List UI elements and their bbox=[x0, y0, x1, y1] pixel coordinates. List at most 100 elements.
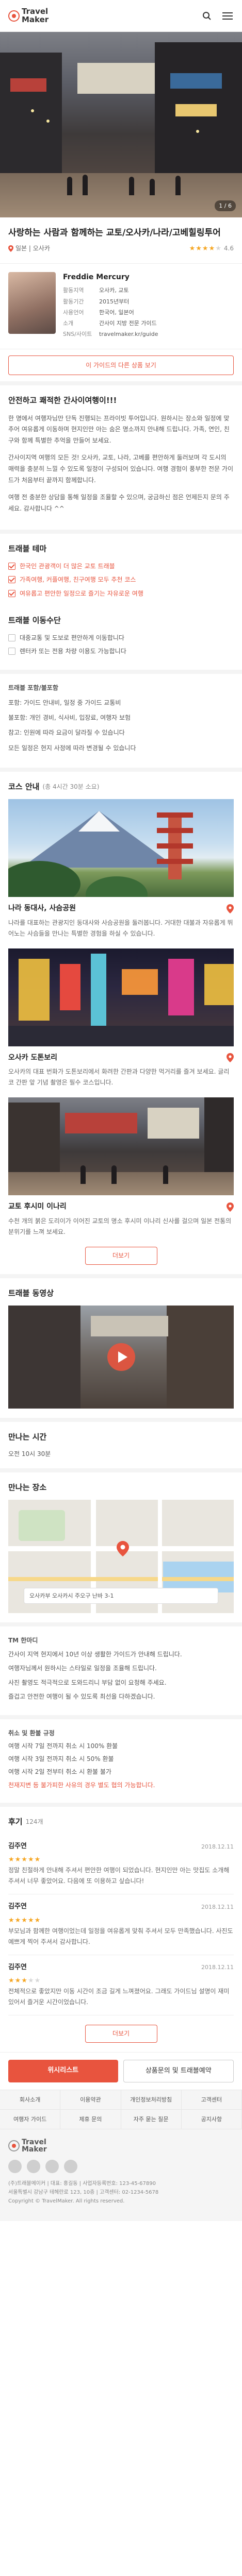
footer-address: 서울특별시 강남구 테헤란로 123, 10층 | 고객센터: 02-1234-… bbox=[8, 2190, 159, 2196]
logo-mark-icon bbox=[8, 10, 20, 22]
logo[interactable]: Travel Maker bbox=[8, 7, 49, 24]
checkbox-icon bbox=[8, 648, 15, 655]
review-item: 김주연 2018.12.11 ★★★★★ 전체적으로 좋았지만 이동 시간이 조금… bbox=[8, 1955, 234, 2015]
blog-icon[interactable] bbox=[45, 2160, 59, 2174]
includes-item: 참고: 인원에 따라 요금이 달라질 수 있습니다 bbox=[8, 729, 125, 737]
top-header: Travel Maker bbox=[0, 0, 242, 32]
refund-item: 여행 시작 3일 전까지 취소 시 50% 환불 bbox=[8, 1755, 114, 1763]
tour-location-text: 일본 | 오사카 bbox=[15, 245, 50, 252]
meeting-time-section: 만나는 시간 오전 10시 30분 bbox=[0, 1422, 242, 1468]
guide-row: SNS/사이트 travelmaker.kr/guide bbox=[63, 330, 158, 337]
footer-copyright: Copyright © TravelMaker. All rights rese… bbox=[8, 2198, 125, 2205]
moving-section: 트래블 이동수단 대중교통 및 도보로 편안하게 이동합니다 렌터카 또는 전용… bbox=[0, 612, 242, 669]
search-icon[interactable] bbox=[201, 10, 213, 22]
theme-item: 가족여행, 커플여행, 친구여행 모두 추천 코스 bbox=[8, 575, 234, 585]
reserve-button[interactable]: 상품문의 및 트래블예약 bbox=[123, 2059, 234, 2082]
check-icon bbox=[8, 562, 15, 570]
theme-item: 한국인 관광객이 더 많은 교토 트래블 bbox=[8, 562, 234, 571]
course-photo[interactable] bbox=[8, 948, 234, 1046]
menu-icon[interactable] bbox=[221, 10, 234, 22]
reviews-section: 후기 124개 김주연 2018.12.11 ★★★★★ 정말 친절하게 안내해 주… bbox=[0, 1807, 242, 2052]
intro-heading: 안전하고 쾌적한 간사이여행이!!! bbox=[8, 396, 117, 405]
intro-section: 안전하고 쾌적한 간사이여행이!!! 한 명에서 여행자님만 단독 진행되는 프… bbox=[0, 385, 242, 530]
instagram-icon[interactable] bbox=[27, 2160, 40, 2174]
guide-row: 사용언어 한국어, 일본어 bbox=[63, 309, 134, 316]
map-pin-icon[interactable] bbox=[227, 904, 234, 913]
map-marker-icon[interactable] bbox=[117, 1540, 129, 1556]
course-name: 오사카 도톤보리 bbox=[8, 1053, 58, 1062]
guide-row: 활동지역 오사카, 교토 bbox=[63, 287, 129, 294]
intro-paragraph: 한 명에서 여행자님만 단독 진행되는 프라이빗 투어입니다. 원하시는 장소와… bbox=[8, 414, 230, 444]
page: Travel Maker 1 / 6 사랑하는 사람과 함께하는 교토/오사카/나… bbox=[0, 0, 242, 2222]
guide-message-item: 즐겁고 안전한 여행이 될 수 있도록 최선을 다하겠습니다. bbox=[8, 1692, 155, 1700]
refund-item: 여행 시작 2일 전부터 취소 시 환불 불가 bbox=[8, 1768, 111, 1776]
moving-item: 렌터카 또는 전용 차량 이용도 가능합니다 bbox=[8, 647, 234, 656]
course-more-button[interactable]: 더보기 bbox=[85, 1247, 157, 1265]
footer-nav-link[interactable]: 공지사항 bbox=[181, 2109, 242, 2129]
reviews-title: 후기 124개 bbox=[8, 1817, 43, 1826]
guide-message-title: TM 한마디 bbox=[8, 1636, 38, 1644]
video-title: 트래블 동영상 bbox=[8, 1288, 54, 1298]
course-item: 나라 동대사, 사슴공원 나라를 대표하는 관광지인 동대사와 사슴공원을 둘러… bbox=[8, 799, 234, 939]
meeting-place-section: 만나는 장소 오사카부 오사카시 주오구 난바 3-1 bbox=[0, 1472, 242, 1622]
footer-nav-link[interactable]: 자주 묻는 질문 bbox=[121, 2109, 182, 2129]
star-rating-icon: ★★★★★ bbox=[189, 244, 222, 252]
guide-photo[interactable] bbox=[8, 272, 56, 334]
meeting-time-title: 만나는 시간 bbox=[8, 1432, 47, 1442]
review-date: 2018.12.11 bbox=[201, 1903, 234, 1910]
youtube-icon[interactable] bbox=[64, 2160, 77, 2174]
map-pin-icon[interactable] bbox=[227, 1202, 234, 1212]
facebook-icon[interactable] bbox=[8, 2160, 22, 2174]
tour-location: 일본 | 오사카 bbox=[8, 244, 50, 253]
guide-card: Freddie Mercury 활동지역 오사카, 교토 활동기간 2015년부터 … bbox=[0, 263, 242, 349]
footer-nav-link[interactable]: 제휴 문의 bbox=[60, 2109, 121, 2129]
header-icons bbox=[201, 10, 234, 22]
location-pin-icon bbox=[8, 245, 13, 252]
course-item: 교토 후시미 이나리 수천 개의 붉은 도리이가 이어진 교토의 명소 후시미 … bbox=[8, 1097, 234, 1238]
map-pin-icon[interactable] bbox=[227, 1053, 234, 1063]
footer-nav-link[interactable]: 이용약관 bbox=[60, 2090, 121, 2110]
footer-nav-link[interactable]: 회사소개 bbox=[0, 2090, 61, 2110]
course-title: 코스 안내 (총 4시간 30분 소요) bbox=[8, 782, 100, 791]
includes-item: 불포함: 개인 경비, 식사비, 입장료, 여행자 보험 bbox=[8, 714, 131, 722]
guide-message-item: 간사이 지역 현지에서 10년 이상 생활한 가이드가 안내해 드립니다. bbox=[8, 1651, 182, 1658]
reviews-more-button[interactable]: 더보기 bbox=[85, 2024, 157, 2043]
footer-nav-link[interactable]: 여행자 가이드 bbox=[0, 2109, 61, 2129]
tour-rating-text: 4.6 bbox=[223, 244, 234, 252]
footer-logo[interactable]: Travel Maker bbox=[8, 2138, 234, 2154]
footer-nav-link[interactable]: 개인정보처리방침 bbox=[121, 2090, 182, 2110]
footer-nav-link[interactable]: 고객센터 bbox=[181, 2090, 242, 2110]
review-item: 김주연 2018.12.11 ★★★★★ 정말 친절하게 안내해 주셔서 편안한 … bbox=[8, 1834, 234, 1895]
course-duration: (총 4시간 30분 소요) bbox=[42, 783, 100, 791]
star-rating-icon: ★★★★★ bbox=[8, 1976, 41, 1985]
video-section: 트래블 동영상 bbox=[0, 1278, 242, 1418]
video-player[interactable] bbox=[8, 1305, 234, 1409]
meeting-address: 오사카부 오사카시 주오구 난바 3-1 bbox=[24, 1587, 218, 1604]
guide-name: Freddie Mercury bbox=[63, 273, 130, 281]
meeting-time-value: 오전 10시 30분 bbox=[8, 1450, 51, 1458]
logo-line2: Maker bbox=[22, 14, 49, 24]
meeting-place-title: 만나는 장소 bbox=[8, 1482, 47, 1492]
play-icon[interactable] bbox=[107, 1343, 135, 1371]
map[interactable]: 오사카부 오사카시 주오구 난바 3-1 bbox=[8, 1499, 234, 1613]
course-name: 교토 후시미 이나리 bbox=[8, 1202, 67, 1211]
wishlist-button[interactable]: 위시리스트 bbox=[8, 2059, 118, 2082]
course-name: 나라 동대사, 사슴공원 bbox=[8, 904, 76, 912]
intro-paragraph: 여행 전 충분한 상담을 통해 일정을 조율할 수 있으며, 궁금하신 점은 언… bbox=[8, 494, 230, 512]
guide-other-products-button[interactable]: 이 가이드의 다른 상품 보기 bbox=[8, 355, 234, 376]
includes-section: 트래블 포함/불포함 포함: 가이드 안내비, 일정 중 가이드 교통비 불포함… bbox=[0, 674, 242, 768]
course-description: 수천 개의 붉은 도리이가 이어진 교토의 명소 후시미 이나리 신사를 걸으며… bbox=[8, 1217, 232, 1236]
refund-title: 취소 및 환불 규정 bbox=[8, 1729, 55, 1737]
course-photo[interactable] bbox=[8, 799, 234, 897]
guide-message-section: TM 한마디 간사이 지역 현지에서 10년 이상 생활한 가이드가 안내해 드… bbox=[0, 1626, 242, 1715]
course-photo[interactable] bbox=[8, 1097, 234, 1196]
check-icon bbox=[8, 576, 15, 584]
review-date: 2018.12.11 bbox=[201, 1843, 234, 1850]
tour-rating: ★★★★★ 4.6 bbox=[189, 244, 234, 254]
refund-note: 천재지변 등 불가피한 사유의 경우 별도 협의 가능합니다. bbox=[8, 1781, 155, 1789]
guide-row: 활동기간 2015년부터 bbox=[63, 298, 130, 305]
reviews-count: 124개 bbox=[25, 1818, 43, 1826]
moving-title: 트래블 이동수단 bbox=[8, 616, 61, 625]
hero-image[interactable]: 1 / 6 bbox=[0, 32, 242, 217]
guide-row: 소개 간사이 지방 전문 가이드 bbox=[63, 319, 157, 327]
